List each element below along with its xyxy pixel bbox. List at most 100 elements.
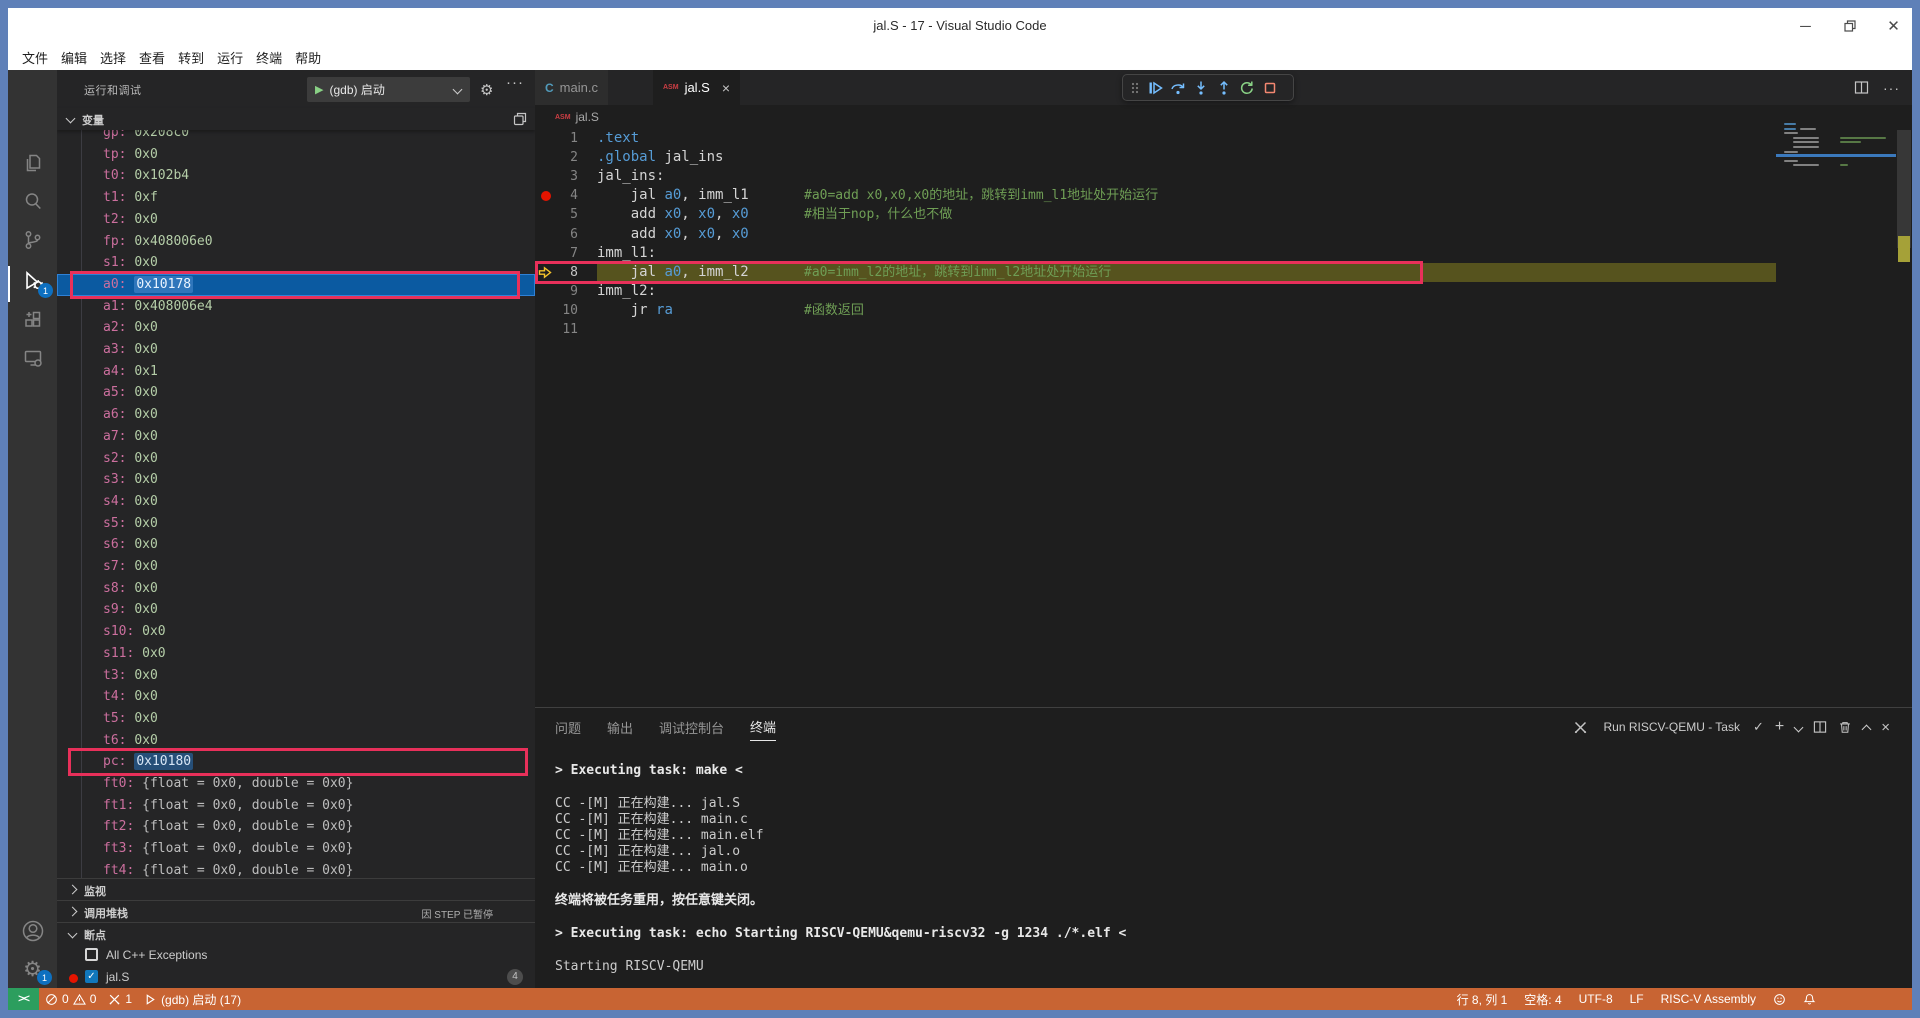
terminal-output[interactable]: > Executing task: make <CC -[M] 正在构建... … bbox=[555, 756, 1882, 988]
kill-terminal-icon[interactable] bbox=[1838, 720, 1852, 734]
problems-status[interactable]: 0 0 bbox=[45, 992, 96, 1006]
restore-button[interactable] bbox=[1841, 18, 1858, 35]
continue-icon[interactable] bbox=[1147, 80, 1163, 96]
variable-row-s9[interactable]: s9: 0x0 bbox=[57, 599, 535, 621]
variable-row-t1[interactable]: t1: 0xf bbox=[57, 187, 535, 209]
language-mode[interactable]: RISC-V Assembly bbox=[1661, 992, 1756, 1006]
variable-row-t2[interactable]: t2: 0x0 bbox=[57, 209, 535, 231]
code-line-5[interactable]: 5 add x0, x0, x0#相当于nop，什么也不做 bbox=[535, 205, 1896, 224]
code-line-9[interactable]: 9imm_l2: bbox=[535, 282, 1896, 301]
remote-explorer-icon[interactable] bbox=[8, 339, 57, 377]
code-line-4[interactable]: 4 jal a0, imm_l1#a0=add x0,x0,x0的地址，跳转到i… bbox=[535, 186, 1896, 205]
panel-tab-调试控制台[interactable]: 调试控制台 bbox=[659, 714, 724, 741]
close-button[interactable]: ✕ bbox=[1885, 18, 1902, 35]
variable-row-a2[interactable]: a2: 0x0 bbox=[57, 317, 535, 339]
variable-row-ft1[interactable]: ft1: {float = 0x0, double = 0x0} bbox=[57, 795, 535, 817]
variable-row-a7[interactable]: a7: 0x0 bbox=[57, 426, 535, 448]
panel-tab-输出[interactable]: 输出 bbox=[607, 714, 633, 741]
variable-row-a3[interactable]: a3: 0x0 bbox=[57, 339, 535, 361]
eol-sequence[interactable]: LF bbox=[1630, 992, 1644, 1006]
terminal-task-label[interactable]: Run RISCV-QEMU - Task bbox=[1604, 720, 1740, 734]
menubar-item[interactable]: 运行 bbox=[213, 48, 247, 67]
settings-gear-icon[interactable]: ⚙ 1 bbox=[8, 950, 57, 988]
scrollbar-slider[interactable] bbox=[1897, 130, 1911, 248]
variable-row-gp[interactable]: gp: 0x208c0 bbox=[57, 130, 535, 144]
code-line-1[interactable]: 1.text bbox=[535, 129, 1896, 148]
variable-row-s5[interactable]: s5: 0x0 bbox=[57, 513, 535, 535]
new-terminal-icon[interactable]: + bbox=[1775, 718, 1784, 736]
step-into-icon[interactable] bbox=[1193, 80, 1209, 96]
variable-row-s2[interactable]: s2: 0x0 bbox=[57, 448, 535, 470]
menubar-item[interactable]: 编辑 bbox=[57, 48, 91, 67]
debug-session-status[interactable]: (gdb) 启动 (17) bbox=[144, 991, 241, 1008]
variable-row-s11[interactable]: s11: 0x0 bbox=[57, 643, 535, 665]
code-line-10[interactable]: 10 jr ra#函数返回 bbox=[535, 301, 1896, 320]
menubar-item[interactable]: 选择 bbox=[96, 48, 130, 67]
split-terminal-icon[interactable] bbox=[1813, 720, 1827, 734]
start-debug-icon[interactable]: ▶ bbox=[315, 83, 323, 96]
variable-row-t3[interactable]: t3: 0x0 bbox=[57, 665, 535, 687]
code-line-3[interactable]: 3jal_ins: bbox=[535, 167, 1896, 186]
variable-row-tp[interactable]: tp: 0x0 bbox=[57, 144, 535, 166]
stop-icon[interactable] bbox=[1262, 80, 1278, 96]
variable-row-a5[interactable]: a5: 0x0 bbox=[57, 382, 535, 404]
panel-tab-问题[interactable]: 问题 bbox=[555, 714, 581, 741]
breakpoint-row[interactable]: ✓jal.S4 bbox=[57, 966, 535, 988]
launch-config-dropdown[interactable]: ▶ (gdb) 启动 bbox=[307, 77, 470, 102]
variable-row-t4[interactable]: t4: 0x0 bbox=[57, 686, 535, 708]
variable-row-t6[interactable]: t6: 0x0 bbox=[57, 730, 535, 752]
variable-row-a6[interactable]: a6: 0x0 bbox=[57, 404, 535, 426]
breakpoint-checkbox[interactable] bbox=[85, 948, 98, 961]
variable-row-s7[interactable]: s7: 0x0 bbox=[57, 556, 535, 578]
source-control-icon[interactable] bbox=[8, 221, 57, 259]
variable-row-s1[interactable]: s1: 0x0 bbox=[57, 252, 535, 274]
watch-section-header[interactable]: 监视 bbox=[57, 878, 535, 901]
breadcrumb[interactable]: ASM jal.S bbox=[535, 105, 1912, 129]
running-tasks-status[interactable]: 1 bbox=[108, 992, 132, 1006]
run-debug-icon[interactable]: 1 bbox=[8, 262, 57, 300]
call-stack-section-header[interactable]: 调用堆栈 因 STEP 已暂停 bbox=[57, 900, 535, 923]
breakpoints-section-header[interactable]: 断点 bbox=[57, 922, 535, 945]
code-line-8[interactable]: 8 jal a0, imm_l2#a0=imm_l2的地址，跳转到imm_l2地… bbox=[535, 263, 1896, 282]
variable-row-pc[interactable]: pc: 0x10180 bbox=[57, 751, 535, 773]
variables-section-header[interactable]: 变量 bbox=[57, 108, 535, 130]
remote-indicator[interactable]: >< bbox=[8, 988, 39, 1010]
search-icon[interactable] bbox=[8, 182, 57, 220]
editor-scrollbar[interactable] bbox=[1896, 105, 1912, 707]
menubar-item[interactable]: 帮助 bbox=[291, 48, 325, 67]
extensions-icon[interactable] bbox=[8, 301, 57, 339]
menubar-item[interactable]: 文件 bbox=[18, 48, 52, 67]
variable-row-a1[interactable]: a1: 0x408006e4 bbox=[57, 296, 535, 318]
code-editor[interactable]: 1.text2.global jal_ins3jal_ins:4 jal a0,… bbox=[535, 129, 1896, 707]
code-line-6[interactable]: 6 add x0, x0, x0 bbox=[535, 225, 1896, 244]
code-line-11[interactable]: 11 bbox=[535, 320, 1896, 339]
restart-icon[interactable] bbox=[1239, 80, 1255, 96]
variable-row-ft3[interactable]: ft3: {float = 0x0, double = 0x0} bbox=[57, 838, 535, 860]
menubar-item[interactable]: 转到 bbox=[174, 48, 208, 67]
tab-main.c[interactable]: Cmain.c bbox=[535, 70, 609, 105]
panel-tab-终端[interactable]: 终端 bbox=[750, 713, 776, 741]
indentation[interactable]: 空格: 4 bbox=[1524, 991, 1561, 1008]
more-actions-icon[interactable]: ··· bbox=[1883, 80, 1900, 96]
close-panel-icon[interactable]: × bbox=[1881, 719, 1890, 736]
variable-row-t0[interactable]: t0: 0x102b4 bbox=[57, 165, 535, 187]
bell-icon[interactable] bbox=[1803, 993, 1816, 1006]
breakpoint-row[interactable]: All C++ Exceptions bbox=[57, 944, 535, 966]
variable-row-fp[interactable]: fp: 0x408006e0 bbox=[57, 231, 535, 253]
variable-row-t5[interactable]: t5: 0x0 bbox=[57, 708, 535, 730]
variables-panel-icon[interactable] bbox=[513, 112, 527, 126]
menubar-item[interactable]: 查看 bbox=[135, 48, 169, 67]
code-line-2[interactable]: 2.global jal_ins bbox=[535, 148, 1896, 167]
breakpoint-checkbox[interactable]: ✓ bbox=[85, 970, 98, 983]
close-tab-icon[interactable]: × bbox=[722, 80, 730, 96]
step-out-icon[interactable] bbox=[1216, 80, 1232, 96]
variable-row-ft0[interactable]: ft0: {float = 0x0, double = 0x0} bbox=[57, 773, 535, 795]
variable-row-s8[interactable]: s8: 0x0 bbox=[57, 578, 535, 600]
variable-row-s3[interactable]: s3: 0x0 bbox=[57, 469, 535, 491]
cursor-position[interactable]: 行 8, 列 1 bbox=[1457, 991, 1508, 1008]
maximize-panel-icon[interactable] bbox=[1862, 724, 1872, 734]
variable-row-a4[interactable]: a4: 0x1 bbox=[57, 361, 535, 383]
drag-handle-icon[interactable] bbox=[1130, 81, 1140, 95]
variable-row-s6[interactable]: s6: 0x0 bbox=[57, 534, 535, 556]
terminal-dropdown-icon[interactable] bbox=[1794, 722, 1804, 732]
